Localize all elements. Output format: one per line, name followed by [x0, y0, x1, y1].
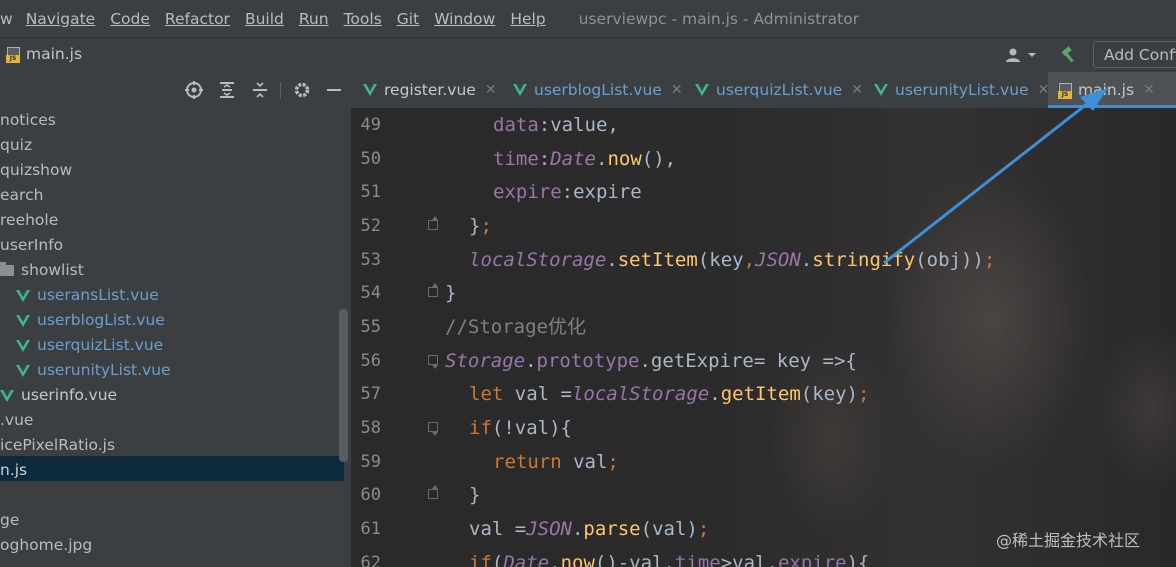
annotation-arrow [883, 88, 1108, 265]
watermark: @稀土掘金技术社区 [996, 531, 1141, 550]
